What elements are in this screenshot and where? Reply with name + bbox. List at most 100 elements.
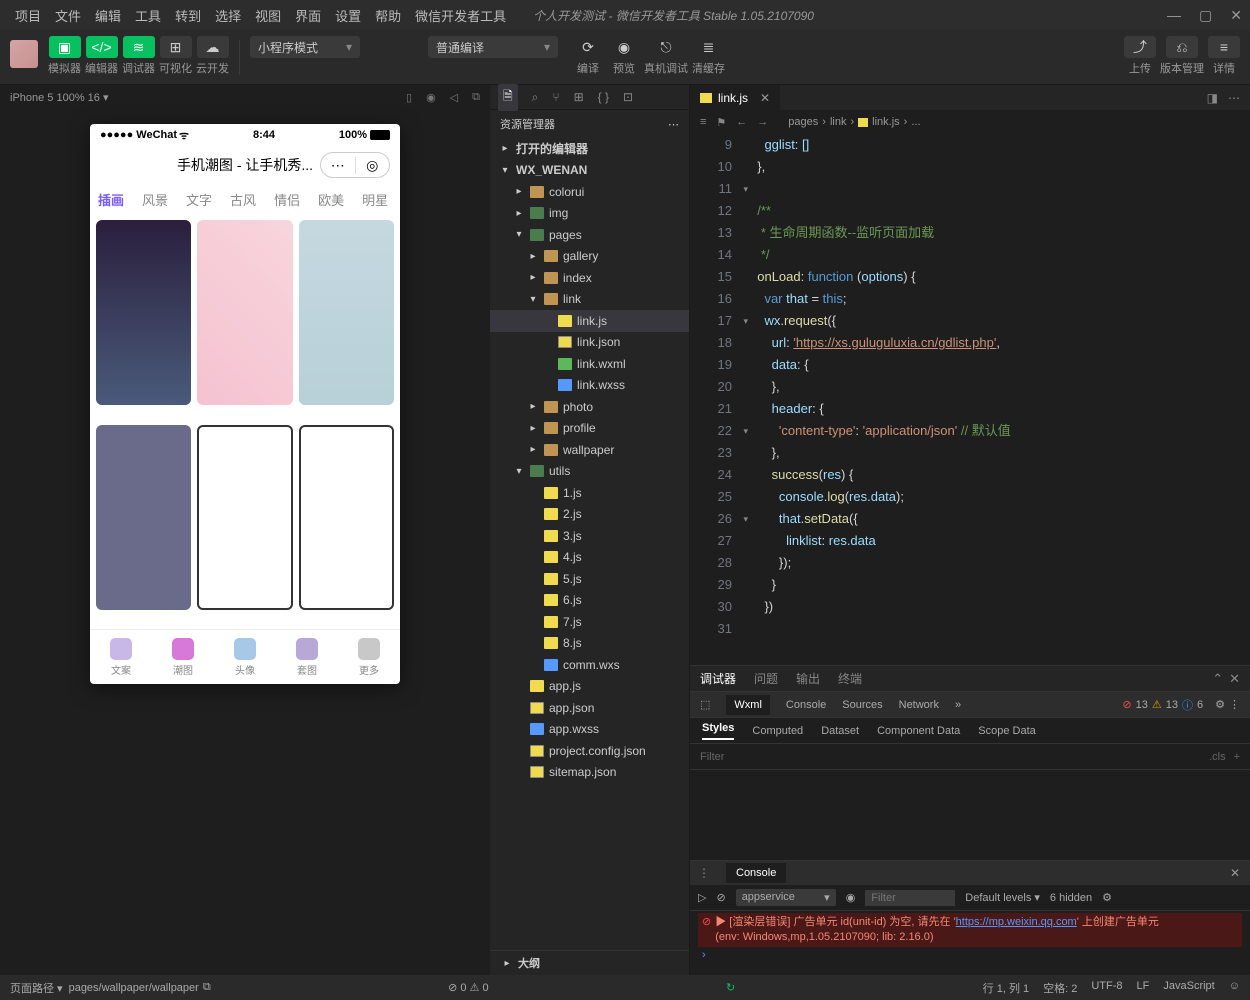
tree-item[interactable]: ▸img [490, 203, 689, 225]
kebab-icon[interactable]: ⋮ [1229, 698, 1240, 711]
sync-icon[interactable]: ↻ [726, 981, 735, 994]
collapse-icon[interactable]: ⌃ [1212, 671, 1223, 687]
gear-icon[interactable]: ⚙ [1215, 698, 1225, 711]
detail-button[interactable]: ≡ [1208, 36, 1240, 58]
category-tab[interactable]: 文字 [186, 190, 212, 209]
category-tab[interactable]: 风景 [142, 190, 168, 209]
upload-button[interactable]: ⤴ [1124, 36, 1156, 58]
styles-filter[interactable]: Filter [700, 751, 724, 763]
phone-simulator[interactable]: ●●●●● WeChat ᯤ 8:44 100% 手机潮图 - 让手机秀... … [90, 124, 400, 684]
editor-tab[interactable]: link.js ✕ [690, 85, 780, 110]
issues-count[interactable]: ⊘ 0 ⚠ 0 [448, 981, 488, 994]
git-icon[interactable]: ⑂ [552, 90, 559, 104]
menu-item[interactable]: 项目 [8, 6, 48, 25]
info-count[interactable]: 6 [1197, 699, 1203, 711]
debug-tab[interactable]: 终端 [838, 670, 862, 687]
menu-item[interactable]: 文件 [48, 6, 88, 25]
tree-item[interactable]: link.json [490, 332, 689, 354]
code-editor[interactable]: 91011▾121314151617▾1819202122▾23242526▾2… [690, 134, 1250, 665]
error-count[interactable]: 13 [1136, 699, 1148, 711]
tree-item[interactable]: app.json [490, 697, 689, 719]
outline-section[interactable]: 大纲 [518, 955, 540, 971]
inspect-icon[interactable]: ⬚ [700, 698, 710, 711]
tree-item[interactable]: ▸profile [490, 418, 689, 440]
page-path[interactable]: pages/wallpaper/wallpaper [69, 982, 199, 994]
indent-info[interactable]: 空格: 2 [1043, 980, 1077, 996]
grid-icon[interactable]: ⊞ [574, 90, 584, 104]
clear-cache-button[interactable]: ≣ [693, 36, 725, 58]
tree-item[interactable]: 2.js [490, 504, 689, 526]
levels-dropdown[interactable]: Default levels ▾ [965, 891, 1040, 904]
menu-item[interactable]: 帮助 [368, 6, 408, 25]
console-prompt[interactable]: › [698, 947, 1242, 963]
editor-button[interactable]: </> [86, 36, 118, 58]
styles-subtab[interactable]: Component Data [877, 725, 960, 737]
sim-copy-icon[interactable]: ⧉ [472, 91, 480, 104]
json-icon[interactable]: { } [598, 90, 609, 104]
tree-item[interactable]: link.js [490, 310, 689, 332]
grid-item[interactable] [197, 425, 292, 610]
tree-item[interactable]: 8.js [490, 633, 689, 655]
avatar[interactable] [10, 40, 38, 68]
tree-item[interactable]: 5.js [490, 568, 689, 590]
feedback-icon[interactable]: ☺ [1229, 980, 1240, 996]
console-tab[interactable]: Console [786, 699, 826, 711]
wxml-tab[interactable]: Wxml [726, 695, 770, 715]
menu-item[interactable]: 转到 [168, 6, 208, 25]
category-tab[interactable]: 插画 [98, 190, 124, 209]
category-tab[interactable]: 欧美 [318, 190, 344, 209]
mode-dropdown[interactable]: 小程序模式 [250, 36, 360, 58]
tree-item[interactable]: 7.js [490, 611, 689, 633]
styles-subtab[interactable]: Dataset [821, 725, 859, 737]
warn-count[interactable]: 13 [1166, 699, 1178, 711]
compile-mode-dropdown[interactable]: 普通编译 [428, 36, 558, 58]
list-icon[interactable]: ≡ [700, 116, 706, 129]
category-tab[interactable]: 古风 [230, 190, 256, 209]
cls-toggle[interactable]: .cls [1209, 751, 1226, 763]
menu-item[interactable]: 编辑 [88, 6, 128, 25]
simulator-button[interactable]: ▣ [49, 36, 81, 58]
tree-item[interactable]: 6.js [490, 590, 689, 612]
encoding[interactable]: UTF-8 [1091, 980, 1122, 996]
close-icon[interactable]: ✕ [1220, 866, 1250, 880]
preview-button[interactable]: ◉ [608, 36, 640, 58]
category-tab[interactable]: 情侣 [274, 190, 300, 209]
tree-item[interactable]: ▸colorui [490, 181, 689, 203]
path-label[interactable]: 页面路径 ▾ [10, 980, 63, 996]
grid-item[interactable] [96, 220, 191, 405]
console-tab[interactable]: Console [726, 863, 786, 883]
debug-tab[interactable]: 问题 [754, 670, 778, 687]
console-filter[interactable] [865, 890, 955, 906]
tree-item[interactable]: 4.js [490, 547, 689, 569]
search-icon[interactable]: ⌕ [532, 90, 539, 105]
tree-item[interactable]: ▾utils [490, 461, 689, 483]
sim-mute-icon[interactable]: ◁ [450, 91, 458, 104]
close-icon[interactable]: ✕ [1230, 7, 1242, 24]
tree-item[interactable]: ▸gallery [490, 246, 689, 268]
kebab-icon[interactable]: ⋮ [690, 866, 718, 880]
tree-item[interactable]: app.js [490, 676, 689, 698]
stop-icon[interactable]: ▷ [698, 891, 706, 904]
bookmark-icon[interactable]: ⚑ [716, 116, 726, 129]
grid-item[interactable] [299, 220, 394, 405]
version-button[interactable]: ⎌ [1166, 36, 1198, 58]
menu-item[interactable]: 微信开发者工具 [408, 6, 513, 25]
capsule-button[interactable]: ⋯◎ [320, 152, 390, 178]
language-mode[interactable]: JavaScript [1163, 980, 1214, 996]
visual-button[interactable]: ⊞ [160, 36, 192, 58]
tree-item[interactable]: sitemap.json [490, 762, 689, 784]
tree-item[interactable]: ▸wallpaper [490, 439, 689, 461]
compile-button[interactable]: ⟳ [572, 36, 604, 58]
project-root[interactable]: ▾WX_WENAN [490, 160, 689, 182]
tree-item[interactable]: ▾pages [490, 224, 689, 246]
sources-tab[interactable]: Sources [842, 699, 882, 711]
grid-item[interactable] [197, 220, 292, 405]
tree-item[interactable]: link.wxml [490, 353, 689, 375]
styles-subtab[interactable]: Computed [752, 725, 803, 737]
opened-editors[interactable]: ▸打开的编辑器 [490, 138, 689, 160]
tree-item[interactable]: app.wxss [490, 719, 689, 741]
split-icon[interactable]: ◨ [1207, 91, 1218, 105]
debug-tab[interactable]: 输出 [796, 670, 820, 687]
files-icon[interactable]: 🗎 [498, 84, 518, 111]
forward-icon[interactable]: → [757, 116, 768, 129]
